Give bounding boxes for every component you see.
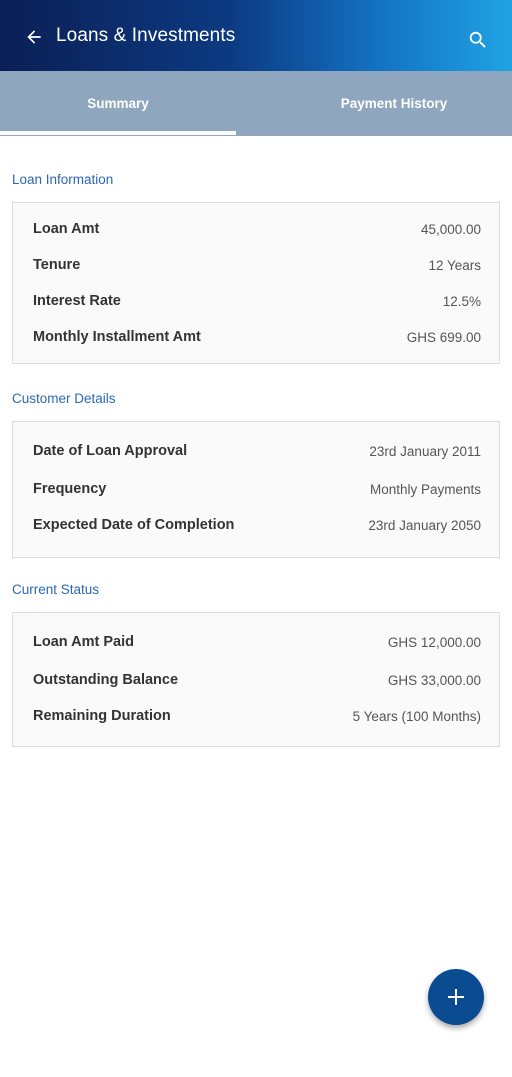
- row-label: Remaining Duration: [33, 708, 171, 724]
- row-label: Loan Amt Paid: [33, 634, 134, 650]
- interest-rate-row: Interest Rate 12.5%: [13, 293, 499, 313]
- search-button[interactable]: [464, 26, 492, 54]
- row-label: Loan Amt: [33, 221, 100, 237]
- row-label: Expected Date of Completion: [33, 517, 235, 533]
- page-title: Loans & Investments: [56, 25, 236, 46]
- customer-details-heading: Customer Details: [12, 391, 116, 406]
- arrow-left-icon: [27, 30, 41, 44]
- loan-information-card: Loan Amt 45,000.00 Tenure 12 Years Inter…: [12, 202, 500, 364]
- loan-amt-paid-row: Loan Amt Paid GHS 12,000.00: [13, 634, 499, 654]
- outstanding-balance-row: Outstanding Balance GHS 33,000.00: [13, 672, 499, 692]
- row-label: Interest Rate: [33, 293, 121, 309]
- current-status-card: Loan Amt Paid GHS 12,000.00 Outstanding …: [12, 612, 500, 747]
- row-value: 5 Years (100 Months): [352, 709, 481, 724]
- app-bar: Loans & Investments: [0, 0, 512, 71]
- row-value: 12.5%: [442, 294, 481, 309]
- row-value: 45,000.00: [420, 222, 481, 237]
- row-label: Frequency: [33, 481, 107, 497]
- tab-payment-history-label: Payment History: [340, 96, 448, 111]
- remaining-duration-row: Remaining Duration 5 Years (100 Months): [13, 708, 499, 728]
- frequency-row: Frequency Monthly Payments: [13, 481, 499, 501]
- row-value: 23rd January 2011: [369, 444, 481, 459]
- tab-summary[interactable]: Summary: [0, 71, 236, 136]
- back-button[interactable]: [20, 23, 48, 51]
- plus-icon: [448, 989, 464, 1005]
- row-label: Date of Loan Approval: [33, 443, 188, 459]
- tab-summary-label: Summary: [87, 96, 149, 111]
- tenure-row: Tenure 12 Years: [13, 257, 499, 277]
- row-label: Monthly Installment Amt: [33, 329, 201, 345]
- row-value: 23rd January 2050: [368, 518, 481, 533]
- add-button[interactable]: [428, 969, 484, 1025]
- search-icon: [469, 31, 486, 48]
- current-status-heading: Current Status: [12, 582, 100, 597]
- row-value: GHS 33,000.00: [387, 673, 481, 688]
- row-value: Monthly Payments: [369, 482, 481, 497]
- tab-bar: Summary Payment History: [0, 71, 512, 136]
- customer-details-card: Date of Loan Approval 23rd January 2011 …: [12, 421, 500, 558]
- row-value: 12 Years: [428, 258, 481, 273]
- row-label: Outstanding Balance: [33, 672, 179, 688]
- tab-payment-history[interactable]: Payment History: [236, 71, 512, 136]
- approval-date-row: Date of Loan Approval 23rd January 2011: [13, 443, 499, 463]
- row-value: GHS 699.00: [406, 330, 481, 345]
- row-value: GHS 12,000.00: [387, 635, 481, 650]
- loan-information-heading: Loan Information: [12, 172, 114, 187]
- loan-amt-row: Loan Amt 45,000.00: [13, 221, 499, 241]
- row-label: Tenure: [33, 257, 81, 273]
- completion-date-row: Expected Date of Completion 23rd January…: [13, 517, 499, 537]
- monthly-installment-row: Monthly Installment Amt GHS 699.00: [13, 329, 499, 349]
